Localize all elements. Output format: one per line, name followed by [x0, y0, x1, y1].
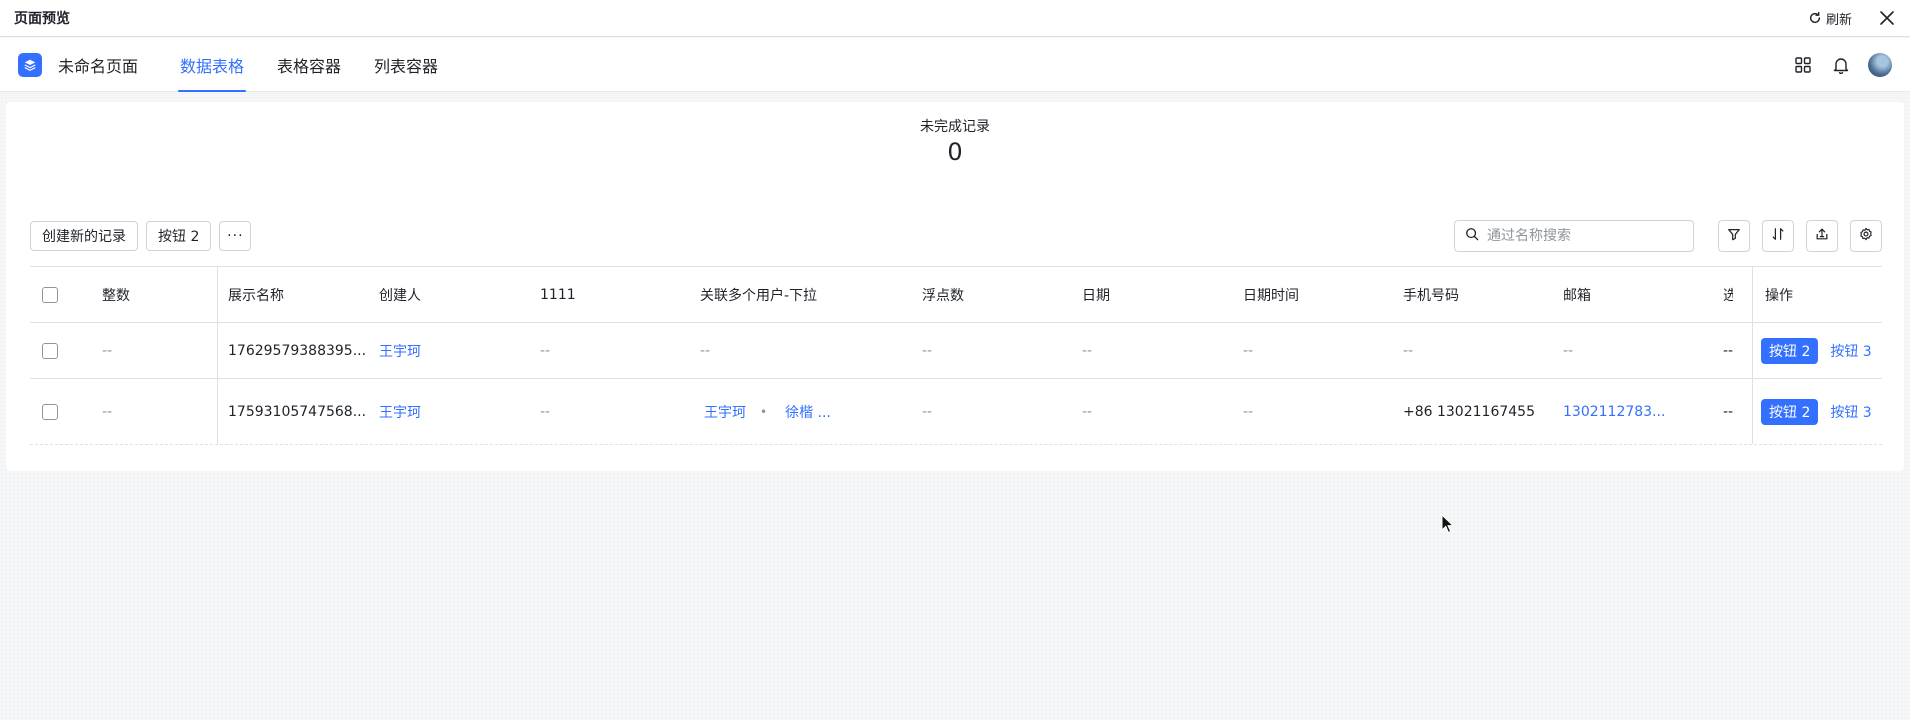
row-select-cell [30, 323, 84, 378]
toolbar-right [1454, 220, 1882, 252]
stat-incomplete-records: 未完成记录 0 [6, 116, 1904, 166]
table-toolbar: 创建新的记录 按钮 2 ··· [30, 220, 1882, 252]
tab-data-table[interactable]: 数据表格 [178, 38, 247, 92]
tab-list-container[interactable]: 列表容器 [372, 38, 440, 92]
cell-email: -- [1563, 342, 1574, 359]
settings-icon [1859, 227, 1873, 245]
export-button[interactable] [1806, 220, 1838, 252]
row-button-3[interactable]: 按钮 3 [1830, 402, 1871, 422]
filter-icon [1727, 227, 1741, 245]
sort-icon [1771, 227, 1785, 245]
user-tag[interactable]: 徐楷 ... [785, 402, 831, 422]
col-datetime[interactable]: 日期时间 [1243, 267, 1403, 322]
cell-int: -- [84, 323, 218, 378]
create-record-button[interactable]: 创建新的记录 [30, 221, 138, 251]
apps-grid-icon[interactable] [1792, 54, 1814, 76]
col-float[interactable]: 浮点数 [922, 267, 1082, 322]
row-checkbox[interactable] [42, 403, 58, 420]
table-row[interactable]: -- 17629579388395... 王宇珂 -- -- -- -- -- … [30, 323, 1882, 379]
col-phone[interactable]: 手机号码 [1403, 267, 1563, 322]
stat-label: 未完成记录 [920, 119, 990, 135]
button-2[interactable]: 按钮 2 [146, 221, 212, 251]
row-ops-cell: 按钮 2 按钮 3 [1752, 323, 1882, 378]
cell-phone: -- [1403, 342, 1414, 359]
col-users[interactable]: 关联多个用户-下拉 [700, 267, 922, 322]
sort-button[interactable] [1762, 220, 1794, 252]
col-more[interactable]: 选 [1723, 267, 1733, 322]
app-logo-icon[interactable] [18, 52, 42, 77]
col-int[interactable]: 整数 [84, 267, 218, 322]
select-all-checkbox[interactable] [42, 286, 58, 303]
cell-name: 17593105747568... [228, 403, 367, 420]
user-separator: • [760, 404, 768, 419]
cell-email[interactable]: 1302112783... [1563, 379, 1723, 444]
user-tag[interactable]: 王宇珂 [704, 402, 746, 422]
col-creator[interactable]: 创建人 [379, 267, 540, 322]
cell-more: -- [1723, 403, 1733, 420]
app-header: 未命名页面 数据表格 表格容器 列表容器 [0, 38, 1910, 92]
cell-float: -- [922, 342, 933, 359]
row-select-cell [30, 379, 84, 444]
main-card: 未完成记录 0 创建新的记录 按钮 2 ··· 通过名称搜索 整数 展示名称 创… [6, 102, 1904, 471]
cell-float: -- [922, 403, 933, 420]
more-button[interactable]: ··· [219, 221, 252, 251]
col-ops: 操作 [1765, 287, 1793, 304]
cell-date: -- [1082, 342, 1093, 359]
table-row[interactable]: -- 17593105747568... 王宇珂 -- 王宇珂 • 徐楷 ...… [30, 379, 1882, 445]
cell-datetime: -- [1243, 403, 1254, 420]
cell-1111: -- [540, 403, 551, 420]
table-header-row: 整数 展示名称 创建人 1111 关联多个用户-下拉 浮点数 日期 日期时间 手… [30, 266, 1882, 323]
nav-tabs: 数据表格 表格容器 列表容器 [178, 38, 469, 92]
row-button-2[interactable]: 按钮 2 [1761, 398, 1819, 425]
close-button[interactable] [1878, 9, 1896, 27]
cell-date: -- [1082, 403, 1093, 420]
close-icon [1879, 10, 1895, 26]
stat-value: 0 [947, 138, 963, 166]
cell-users: -- [700, 342, 711, 359]
row-button-2[interactable]: 按钮 2 [1761, 337, 1819, 364]
select-all-cell [30, 267, 84, 322]
cell-creator[interactable]: 王宇珂 [379, 323, 540, 378]
row-checkbox[interactable] [42, 342, 58, 359]
filter-button[interactable] [1718, 220, 1750, 252]
refresh-button[interactable]: 刷新 [1808, 9, 1852, 28]
col-date[interactable]: 日期 [1082, 267, 1243, 322]
row-button-3[interactable]: 按钮 3 [1830, 341, 1871, 361]
settings-button[interactable] [1850, 220, 1882, 252]
col-ops-cell: 操作 [1752, 267, 1882, 322]
tab-table-container[interactable]: 表格容器 [275, 38, 343, 92]
cell-name: 17629579388395... [228, 342, 367, 359]
cell-more: -- [1723, 342, 1733, 359]
bell-icon[interactable] [1830, 54, 1852, 76]
cell-int: -- [84, 379, 218, 444]
search-input[interactable] [1487, 228, 1677, 244]
avatar[interactable] [1868, 52, 1892, 77]
app-name: 未命名页面 [58, 56, 139, 76]
data-table: 整数 展示名称 创建人 1111 关联多个用户-下拉 浮点数 日期 日期时间 手… [30, 266, 1882, 445]
cell-creator[interactable]: 王宇珂 [379, 379, 540, 444]
search-box [1454, 220, 1694, 252]
mouse-cursor-icon [1441, 513, 1455, 538]
refresh-icon [1808, 11, 1822, 25]
cell-1111: -- [540, 342, 551, 359]
search-icon [1465, 227, 1479, 245]
preview-actions: 刷新 [1808, 9, 1896, 28]
col-1111[interactable]: 1111 [540, 267, 700, 322]
cell-users: 王宇珂 • 徐楷 ... [700, 379, 922, 444]
cell-phone: +86 13021167455 [1403, 403, 1535, 420]
export-icon [1815, 227, 1829, 245]
preview-title: 页面预览 [14, 11, 70, 27]
cell-datetime: -- [1243, 342, 1254, 359]
header-right [1792, 52, 1892, 77]
refresh-label: 刷新 [1825, 12, 1852, 28]
col-email[interactable]: 邮箱 [1563, 267, 1723, 322]
preview-bar: 页面预览 刷新 [0, 0, 1910, 37]
row-ops-cell: 按钮 2 按钮 3 [1752, 379, 1882, 444]
col-name[interactable]: 展示名称 [218, 267, 379, 322]
